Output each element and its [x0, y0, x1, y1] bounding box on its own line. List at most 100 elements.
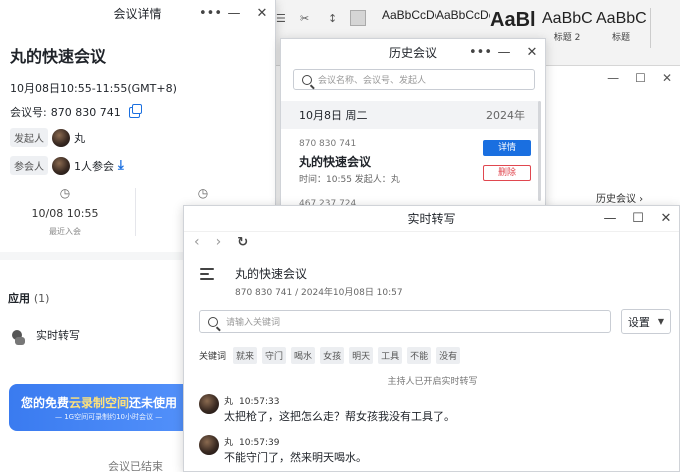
- card-meeting-id: 870 830 741: [299, 139, 357, 149]
- transcript-notice: 主持人已开启实时转写: [387, 377, 478, 387]
- keyword-row: 关键词 就来 守门 喝水 女孩 明天 工具 不能 没有: [199, 347, 461, 364]
- clock-icon: ◷: [197, 186, 209, 200]
- window-title: 实时转写: [407, 212, 456, 226]
- refresh-icon[interactable]: ↻: [237, 235, 248, 250]
- apps-heading: 应用 (1): [8, 292, 50, 305]
- close-icon[interactable]: ✕: [662, 71, 672, 85]
- close-icon[interactable]: ✕: [659, 212, 673, 225]
- date-label: 10月8日 周二: [299, 109, 368, 122]
- date-group-header: 10月8日 周二 2024年: [281, 101, 539, 129]
- participant-row: 参会人 1人参会 ⤓: [10, 156, 124, 175]
- maximize-icon[interactable]: ☐: [631, 212, 645, 225]
- styles-scroll[interactable]: [650, 8, 660, 48]
- meeting-title: 丸的快速会议: [10, 47, 107, 66]
- divider: [135, 188, 136, 236]
- delete-button[interactable]: 删除: [483, 165, 531, 181]
- meeting-ended-text: 会议已结束: [108, 460, 163, 472]
- message-text: 不能守门了，然来明天喝水。: [224, 451, 367, 464]
- keyword-chip[interactable]: 没有: [436, 347, 461, 364]
- rt-meeting-subtitle: 870 830 741 / 2024年10月08日 10:57: [235, 288, 403, 298]
- keyword-chip[interactable]: 工具: [378, 347, 403, 364]
- meeting-time-range: 10月08日10:55-11:55(GMT+8): [10, 82, 177, 95]
- avatar: [199, 394, 219, 414]
- duration-stat: ◷: [138, 186, 268, 200]
- banner-sub-text: — 1G空间可录制约10小时会议 —: [55, 413, 163, 421]
- tools-icon[interactable]: ✂: [300, 12, 309, 25]
- download-icon[interactable]: ⤓: [118, 158, 124, 173]
- history-meetings-window: 历史会议 ••• — ✕ 会议名称、会议号、发起人 10月8日 周二 2024年…: [280, 38, 546, 210]
- year-label: 2024年: [486, 109, 525, 122]
- search-placeholder: 请输入关键词: [226, 318, 281, 328]
- copy-icon[interactable]: [128, 103, 142, 118]
- paragraph-mark-icon[interactable]: [350, 10, 366, 26]
- history-meetings-link[interactable]: 历史会议 ›: [596, 190, 644, 205]
- minimize-icon[interactable]: —: [497, 46, 511, 59]
- rt-titlebar: 实时转写 — ☐ ✕: [184, 206, 679, 232]
- realtime-transcript-window: 实时转写 — ☐ ✕ ‹ › ↻ 丸的快速会议 870 830 741 / 20…: [183, 205, 680, 472]
- sort-icon[interactable]: ↕: [328, 12, 337, 25]
- doc-window-controls: — ☐ ✕: [550, 68, 680, 88]
- initiator-row: 发起人 丸: [10, 128, 85, 147]
- keyword-chip[interactable]: 不能: [407, 347, 432, 364]
- window-title: 会议详情: [113, 6, 162, 21]
- scrollbar[interactable]: [538, 101, 541, 201]
- close-icon[interactable]: ✕: [255, 7, 269, 20]
- more-icon[interactable]: •••: [469, 46, 492, 59]
- avatar: [52, 156, 70, 175]
- card-meeting-title: 丸的快速会议: [299, 155, 372, 169]
- minimize-icon[interactable]: —: [607, 71, 619, 85]
- settings-label: 设置: [627, 315, 650, 329]
- message-text: 太把枪了，这把怎么走？帮女孩我没有工具了。: [224, 410, 455, 423]
- detail-button[interactable]: 详情: [483, 140, 531, 156]
- search-icon: [302, 74, 312, 85]
- meeting-id-row: 会议号: 870 830 741: [10, 103, 142, 120]
- app-name: 实时转写: [36, 329, 80, 342]
- keywords-label: 关键词: [199, 352, 227, 362]
- app-realtime-transcript[interactable]: 实时转写: [10, 324, 80, 346]
- keyword-chip[interactable]: 守门: [262, 347, 287, 364]
- history-search-input[interactable]: 会议名称、会议号、发起人: [293, 69, 535, 90]
- initiator-name: 丸: [74, 131, 85, 145]
- more-icon[interactable]: •••: [199, 7, 222, 20]
- search-icon: [208, 316, 218, 327]
- close-icon[interactable]: ✕: [525, 46, 539, 59]
- style-title[interactable]: AaBbC 标题: [596, 8, 646, 48]
- avatar: [52, 128, 70, 147]
- avatar: [199, 435, 219, 455]
- detail-titlebar: 会议详情 ••• — ✕: [0, 0, 275, 26]
- keyword-chip[interactable]: 明天: [349, 347, 374, 364]
- caret-down-icon: ▼: [657, 317, 665, 326]
- minimize-icon[interactable]: —: [227, 7, 241, 20]
- last-join-label: 最近入会: [49, 227, 81, 236]
- participant-tag: 参会人: [10, 156, 48, 175]
- last-join-stat: ◷ 10/08 10:55 最近入会: [0, 186, 130, 237]
- menu-icon[interactable]: [200, 268, 214, 280]
- meeting-card[interactable]: 870 830 741 丸的快速会议 时间：10:55 发起人：丸 详情 删除: [281, 129, 539, 203]
- keyword-chip[interactable]: 女孩: [320, 347, 345, 364]
- settings-dropdown[interactable]: 设置 ▼: [621, 309, 671, 334]
- indent-icon[interactable]: ☰: [276, 12, 286, 25]
- keyword-chip[interactable]: 喝水: [291, 347, 316, 364]
- banner-main-text: 您的免费云录制空间还未使用: [21, 396, 178, 410]
- keyword-search-input[interactable]: 请输入关键词: [199, 310, 611, 333]
- nav-controls: ‹ › ↻: [194, 234, 248, 250]
- speaker-line: 丸 10:57:39: [224, 438, 280, 448]
- forward-icon[interactable]: ›: [216, 234, 222, 250]
- minimize-icon[interactable]: —: [603, 212, 617, 225]
- last-join-time: 10/08 10:55: [31, 207, 99, 220]
- rt-meeting-title: 丸的快速会议: [235, 267, 308, 281]
- meeting-id-label: 会议号:: [10, 106, 47, 119]
- history-clock-icon: ◷: [59, 186, 71, 200]
- history-titlebar: 历史会议 ••• — ✕: [281, 39, 545, 65]
- speaker-line: 丸 10:57:33: [224, 397, 280, 407]
- style-heading-2[interactable]: AaBbC 标题 2: [542, 8, 592, 48]
- card-meta: 时间：10:55 发起人：丸: [299, 175, 400, 185]
- meeting-id: 870 830 741: [50, 105, 121, 119]
- search-placeholder: 会议名称、会议号、发起人: [318, 76, 427, 86]
- maximize-icon[interactable]: ☐: [635, 71, 646, 85]
- initiator-tag: 发起人: [10, 128, 48, 147]
- window-title: 历史会议: [388, 45, 437, 60]
- back-icon[interactable]: ‹: [194, 234, 200, 250]
- keyword-chip[interactable]: 就来: [233, 347, 258, 364]
- participant-count[interactable]: 1人参会: [74, 158, 114, 174]
